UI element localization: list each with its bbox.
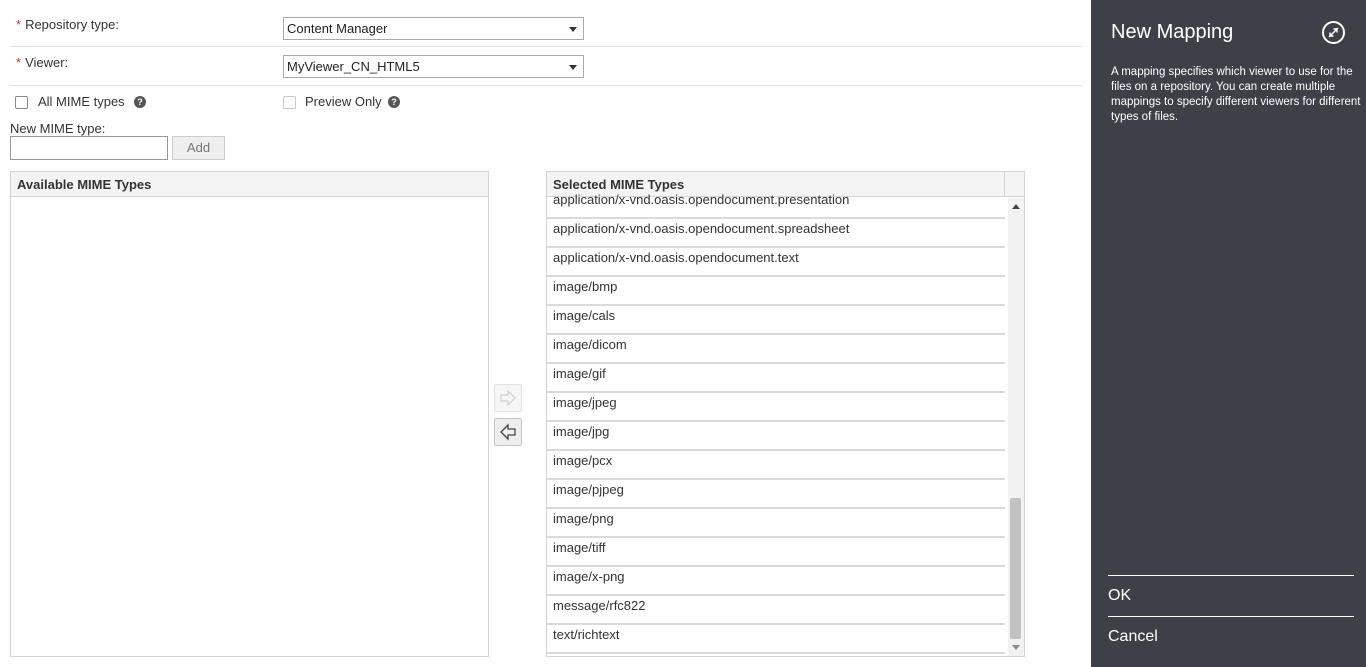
list-item[interactable]: image/pjpeg bbox=[547, 480, 1005, 509]
list-item[interactable]: image/pcx bbox=[547, 451, 1005, 480]
divider bbox=[10, 46, 1082, 47]
new-mime-type-label: New MIME type: bbox=[10, 121, 106, 136]
viewer-select[interactable]: MyViewer_CN_HTML5 bbox=[283, 55, 584, 78]
list-item[interactable]: message/rfc822 bbox=[547, 596, 1005, 625]
list-item[interactable]: image/gif bbox=[547, 364, 1005, 393]
chevron-down-icon bbox=[569, 65, 577, 70]
available-mime-types-list[interactable]: Available MIME Types bbox=[10, 171, 489, 657]
collapse-icon bbox=[1328, 27, 1339, 38]
list-item-label: image/x-png bbox=[553, 569, 625, 584]
list-item[interactable]: application/x-vnd.oasis.opendocument.spr… bbox=[547, 219, 1005, 248]
scroll-down-arrow[interactable] bbox=[1012, 645, 1020, 650]
list-item-label: image/jpeg bbox=[553, 395, 617, 410]
list-item-label: application/x-vnd.oasis.opendocument.pre… bbox=[553, 192, 850, 207]
list-item[interactable]: application/x-vnd.oasis.opendocument.tex… bbox=[547, 248, 1005, 277]
list-item-label: image/bmp bbox=[553, 279, 618, 294]
preview-only-checkbox[interactable] bbox=[283, 96, 296, 109]
list-item[interactable]: image/dicom bbox=[547, 335, 1005, 364]
list-item-label: image/pcx bbox=[553, 453, 613, 468]
available-list-header: Available MIME Types bbox=[11, 172, 488, 197]
list-item[interactable]: image/png bbox=[547, 509, 1005, 538]
list-item[interactable]: image/tiff bbox=[547, 538, 1005, 567]
selected-mime-types-list[interactable]: Selected MIME Types application/x-vnd.oa… bbox=[546, 171, 1025, 657]
move-right-button[interactable] bbox=[494, 384, 522, 412]
list-item-label: image/jpg bbox=[553, 424, 610, 439]
new-mime-type-input[interactable] bbox=[10, 136, 168, 160]
list-item-label: image/png bbox=[553, 511, 614, 526]
list-item-label: application/x-vnd.oasis.opendocument.tex… bbox=[553, 250, 799, 265]
help-icon[interactable]: ? bbox=[134, 96, 146, 108]
all-mime-types-label: All MIME types bbox=[38, 94, 125, 109]
preview-only-label: Preview Only bbox=[305, 94, 382, 109]
list-item[interactable]: text/richtext bbox=[547, 625, 1005, 654]
list-item-label: application/x-vnd.oasis.opendocument.spr… bbox=[553, 221, 850, 236]
add-button[interactable]: Add bbox=[172, 136, 225, 160]
scrollbar[interactable] bbox=[1008, 198, 1024, 656]
move-left-button[interactable] bbox=[494, 418, 522, 446]
scrollbar-thumb[interactable] bbox=[1010, 498, 1021, 639]
list-item[interactable]: image/jpg bbox=[547, 422, 1005, 451]
all-mime-types-checkbox[interactable] bbox=[15, 96, 28, 109]
new-mapping-flyout: New Mapping A mapping specifies which vi… bbox=[1091, 0, 1366, 667]
close-flyout-button[interactable] bbox=[1322, 21, 1345, 44]
list-item-label: text/richtext bbox=[553, 627, 620, 642]
viewer-label: * Viewer: bbox=[16, 55, 69, 70]
list-item[interactable]: application/x-vnd.oasis.opendocument.pre… bbox=[547, 190, 1005, 219]
list-item-label: image/pjpeg bbox=[553, 482, 624, 497]
cancel-button[interactable]: Cancel bbox=[1108, 628, 1354, 646]
list-item[interactable]: image/bmp bbox=[547, 277, 1005, 306]
list-item[interactable]: image/cals bbox=[547, 306, 1005, 335]
help-icon[interactable]: ? bbox=[388, 96, 400, 108]
list-item-label: image/dicom bbox=[553, 337, 627, 352]
arrow-left-icon bbox=[500, 423, 516, 441]
header-spacer bbox=[1005, 172, 1024, 197]
list-item-label: image/gif bbox=[553, 366, 606, 381]
divider bbox=[10, 656, 489, 657]
scroll-up-arrow[interactable] bbox=[1012, 204, 1020, 209]
list-item-label: image/tiff bbox=[553, 540, 606, 555]
divider bbox=[1108, 575, 1354, 576]
list-item-label: image/cals bbox=[553, 308, 616, 323]
repository-type-label: * Repository type: bbox=[16, 17, 119, 32]
list-item-label: message/rfc822 bbox=[553, 598, 646, 613]
divider bbox=[10, 85, 1082, 86]
list-item[interactable]: image/jpeg bbox=[547, 393, 1005, 422]
chevron-down-icon bbox=[569, 27, 577, 32]
required-mark: * bbox=[16, 17, 22, 32]
arrow-right-icon bbox=[500, 389, 516, 407]
ok-button[interactable]: OK bbox=[1108, 587, 1354, 605]
divider bbox=[1108, 616, 1354, 617]
viewer-value: MyViewer_CN_HTML5 bbox=[287, 59, 420, 74]
list-item[interactable]: image/x-png bbox=[547, 567, 1005, 596]
flyout-title: New Mapping bbox=[1111, 21, 1234, 43]
repository-type-value: Content Manager bbox=[287, 21, 388, 36]
repository-type-select[interactable]: Content Manager bbox=[283, 17, 584, 40]
flyout-description: A mapping specifies which viewer to use … bbox=[1111, 66, 1361, 123]
required-mark: * bbox=[16, 55, 22, 70]
